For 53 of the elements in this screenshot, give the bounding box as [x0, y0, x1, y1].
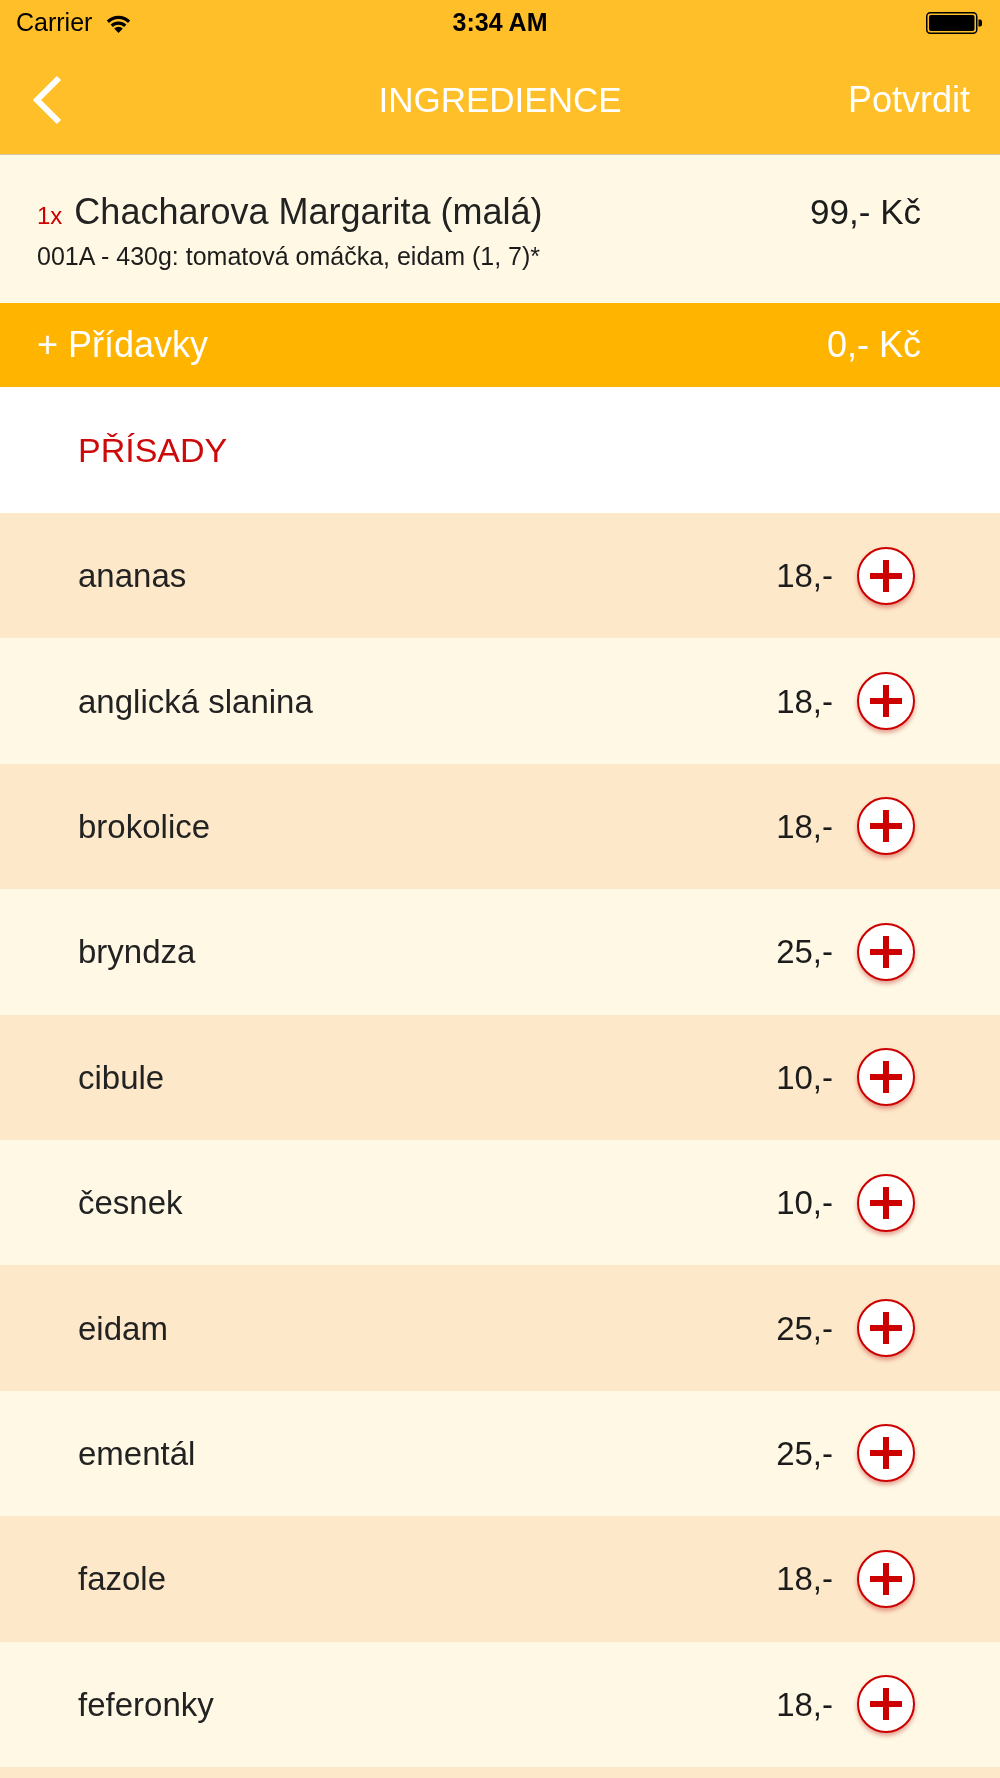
- screen-title: INGREDIENCE: [378, 82, 622, 117]
- chevron-left-icon: [31, 74, 63, 125]
- ingredient-name: cibule: [78, 1060, 165, 1094]
- ingredient-name: ementál: [78, 1436, 196, 1470]
- add-button[interactable]: [857, 1299, 915, 1358]
- ingredient-name: feferonky: [78, 1687, 214, 1721]
- plus-icon: [870, 1186, 902, 1219]
- product-price: 99,- Kč: [810, 194, 921, 229]
- add-button[interactable]: [857, 922, 915, 981]
- add-button[interactable]: [857, 1424, 915, 1483]
- extras-total: 0,- Kč: [826, 327, 921, 363]
- plus-icon: [870, 1688, 902, 1721]
- extras-label[interactable]: + Přídavky: [37, 327, 209, 363]
- section-title: PŘÍSADY: [78, 433, 228, 467]
- plus-icon: [870, 1061, 902, 1094]
- confirm-button[interactable]: Potvrdit: [847, 81, 970, 118]
- plus-icon: [870, 810, 902, 843]
- ingredient-price: 18,-: [776, 1562, 833, 1596]
- time-label: 3:34 AM: [452, 10, 548, 35]
- add-button[interactable]: [857, 1173, 915, 1232]
- add-button[interactable]: [857, 1549, 915, 1608]
- add-button[interactable]: [857, 1048, 915, 1107]
- carrier-label: Carrier: [16, 10, 93, 35]
- add-button[interactable]: [857, 672, 915, 731]
- plus-icon: [870, 1312, 902, 1345]
- ingredient-price: 10,-: [776, 1186, 833, 1220]
- ingredient-price: 18,-: [776, 809, 833, 843]
- ingredient-name: brokolice: [78, 809, 211, 843]
- plus-icon: [870, 935, 902, 968]
- ingredient-name: bryndza: [78, 935, 196, 969]
- ingredient-name: ananas: [78, 559, 187, 593]
- ingredient-price: 25,-: [776, 1311, 833, 1345]
- ingredient-name: fazole: [78, 1562, 167, 1596]
- ingredient-name: česnek: [78, 1186, 183, 1220]
- ingredient-price: 25,-: [776, 1436, 833, 1470]
- add-button[interactable]: [857, 546, 915, 605]
- add-button[interactable]: [857, 797, 915, 856]
- product-description: 001A - 430g: tomatová omáčka, eidam (1, 7)*: [37, 244, 542, 269]
- plus-icon: [870, 1437, 902, 1470]
- plus-icon: [870, 685, 902, 718]
- product-name: Chacharova Margarita (malá): [74, 194, 543, 230]
- ingredient-name: eidam: [78, 1311, 168, 1345]
- ingredient-price: 10,-: [776, 1060, 833, 1094]
- quantity-label: 1x: [37, 204, 63, 228]
- add-button[interactable]: [857, 1675, 915, 1734]
- ingredient-price: 18,-: [776, 684, 833, 718]
- ingredient-price: 25,-: [776, 935, 833, 969]
- ingredient-name: anglická slanina: [78, 684, 313, 718]
- plus-icon: [870, 559, 902, 592]
- battery-icon: [926, 11, 982, 34]
- ingredient-price: 18,-: [776, 1687, 833, 1721]
- plus-icon: [870, 1562, 902, 1595]
- ingredient-price: 18,-: [776, 559, 833, 593]
